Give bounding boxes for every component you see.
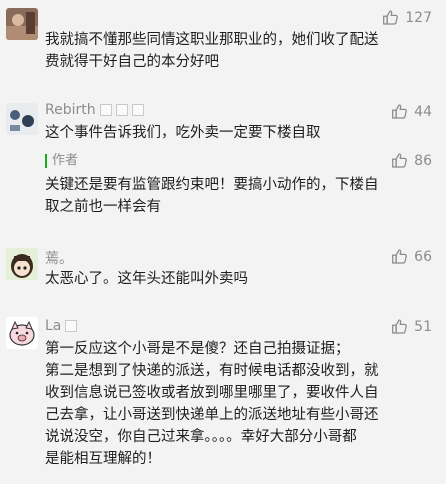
like-count: 51 xyxy=(414,318,432,335)
avatar[interactable] xyxy=(6,8,38,40)
thumbs-up-icon xyxy=(382,9,399,26)
comment-line: 取之前也一样会有 xyxy=(45,199,161,215)
username-text: Rebirth xyxy=(45,102,96,118)
comment-line: 这个事件告诉我们，吃外卖一定要下楼自取 xyxy=(45,125,321,141)
badge-icon xyxy=(99,104,112,116)
badge-icon xyxy=(115,104,128,116)
username[interactable]: Rebirth xyxy=(45,102,144,118)
thumbs-up-icon xyxy=(391,248,408,265)
comment-line: 己去拿，让小哥送到快递单上的派送地址有些小哥还 xyxy=(45,407,379,423)
thumbs-up-icon xyxy=(391,152,408,169)
comment-item: Rebirth 44 这个事件告诉我们，吃外卖一定要下楼自取 作者 86 关键还… xyxy=(0,85,446,230)
comment-text: 太恶心了。这年头还能叫外卖吗 xyxy=(45,268,435,290)
comment-item: La 51 第一反应这个小哥是不是傻？还自己拍摄证据； 第二是想到了快递的派送，… xyxy=(0,312,446,484)
comment-line: 说说没空，你自己过来拿。。。。幸好大部分小哥都 xyxy=(45,429,357,445)
thumbs-up-icon xyxy=(391,103,408,120)
avatar[interactable] xyxy=(6,317,38,349)
comment-line: 太恶心了。这年头还能叫外卖吗 xyxy=(45,271,248,287)
author-reply-text: 关键还是要有监管跟约束吧！要搞小动作的，下楼自 取之前也一样会有 xyxy=(45,174,435,218)
username[interactable]: 蔫。 xyxy=(45,248,73,268)
like-count: 127 xyxy=(405,9,432,26)
author-reply-tag: 作者 xyxy=(45,154,78,168)
comment-text: 第一反应这个小哥是不是傻？还自己拍摄证据； 第二是想到了快递的派送，有时候电话都… xyxy=(45,338,435,470)
comment-line: 我就搞不懂那些同情这职业那职业的，她们收了配送 xyxy=(45,32,379,48)
comment-line: 费就得干好自己的本分好吧 xyxy=(45,54,219,70)
comment-item: 127 我就搞不懂那些同情这职业那职业的，她们收了配送 费就得干好自己的本分好吧 xyxy=(0,0,446,85)
like-button[interactable]: 66 xyxy=(391,248,432,265)
comment-item: 蔫。 66 太恶心了。这年头还能叫外卖吗 xyxy=(0,230,446,312)
comment-line: 是能相互理解的！ xyxy=(45,451,161,467)
like-button[interactable]: 127 xyxy=(382,9,432,26)
badge-icon xyxy=(131,104,144,116)
comment-line: 第一反应这个小哥是不是傻？还自己拍摄证据； xyxy=(45,341,350,357)
like-button[interactable]: 44 xyxy=(391,103,432,120)
like-count: 44 xyxy=(414,103,432,120)
comment-line: 收到信息说已签收或者放到哪里哪里了，要收件人自 xyxy=(45,385,379,401)
comment-text: 我就搞不懂那些同情这职业那职业的，她们收了配送 费就得干好自己的本分好吧 xyxy=(45,29,435,73)
like-count: 86 xyxy=(414,152,432,169)
avatar[interactable] xyxy=(6,103,38,135)
thumbs-up-icon xyxy=(391,318,408,335)
like-button[interactable]: 51 xyxy=(391,318,432,335)
username[interactable]: La xyxy=(45,318,78,334)
comment-text: 这个事件告诉我们，吃外卖一定要下楼自取 xyxy=(45,122,435,144)
comment-line: 关键还是要有监管跟约束吧！要搞小动作的，下楼自 xyxy=(45,177,379,193)
comment-line: 第二是想到了快递的派送，有时候电话都没收到，就 xyxy=(45,363,379,379)
avatar[interactable] xyxy=(6,248,38,280)
badge-icon xyxy=(65,320,78,332)
reply-like-button[interactable]: 86 xyxy=(391,152,432,169)
username-text: La xyxy=(45,318,62,334)
like-count: 66 xyxy=(414,248,432,265)
